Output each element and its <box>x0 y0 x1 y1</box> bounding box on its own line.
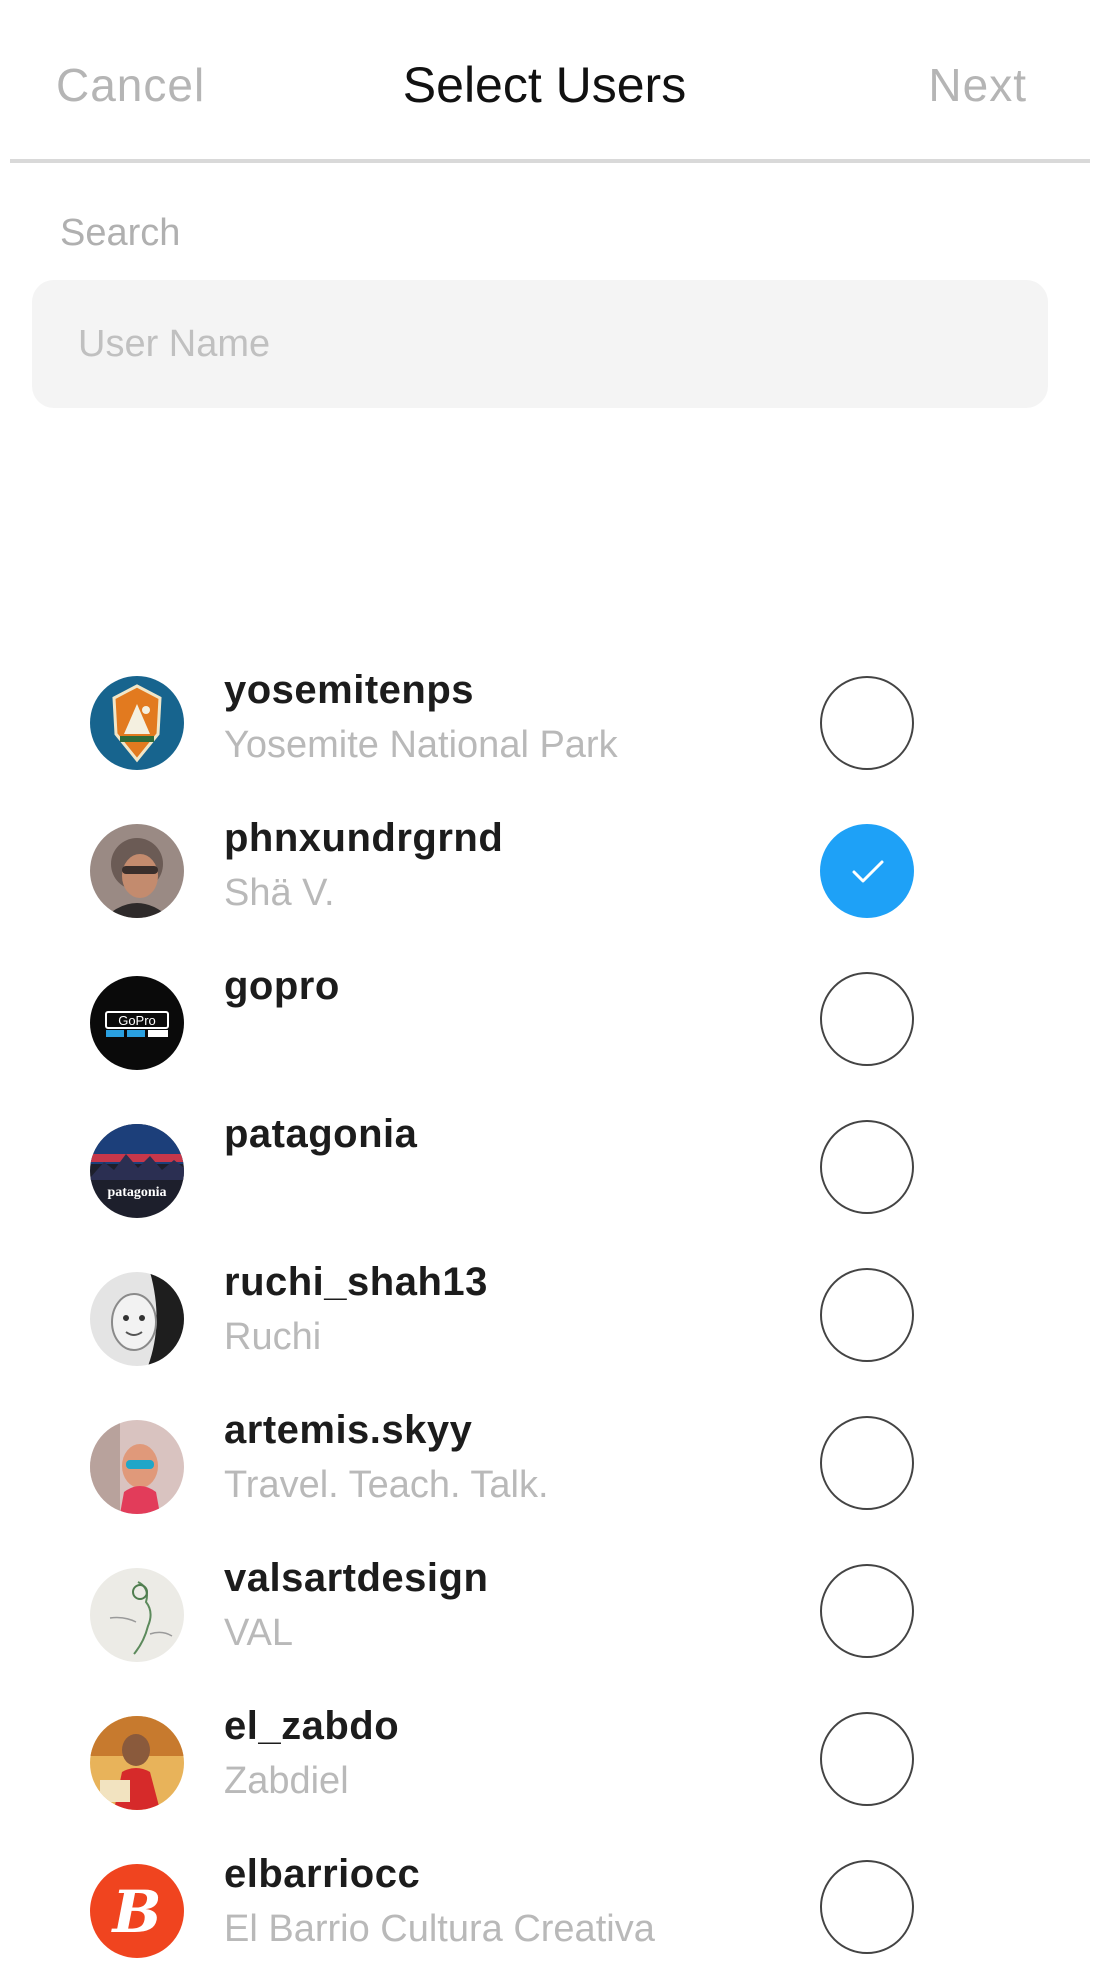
search-input[interactable] <box>32 280 1048 408</box>
search-field <box>32 280 1048 408</box>
list-item[interactable]: el_zabdo Zabdiel <box>0 1688 1093 1836</box>
person-photo-icon <box>90 1272 184 1366</box>
gopro-logo-icon: GoPro <box>90 976 184 1070</box>
svg-text:B: B <box>110 1878 161 1946</box>
select-checkbox[interactable] <box>820 1268 914 1362</box>
list-item[interactable]: patagonia patagonia <box>0 1096 1093 1244</box>
nav-header: Cancel Select Users Next <box>0 0 1093 164</box>
checkmark-icon <box>852 860 884 883</box>
list-item[interactable]: valsartdesign VAL <box>0 1540 1093 1688</box>
svg-text:GoPro: GoPro <box>118 1013 156 1028</box>
list-item[interactable]: phnxundrgrnd Shä V. <box>0 800 1093 948</box>
full-name: VAL <box>224 1612 294 1654</box>
full-name: Ruchi <box>224 1316 322 1358</box>
username: gopro <box>224 964 340 1008</box>
username: phnxundrgrnd <box>224 816 504 860</box>
username: elbarriocc <box>224 1852 421 1896</box>
select-checkbox[interactable] <box>820 1120 914 1214</box>
nps-arrowhead-logo-icon <box>90 676 184 770</box>
full-name: Travel. Teach. Talk. <box>224 1464 549 1506</box>
sketch-photo-icon <box>90 1568 184 1662</box>
select-checkbox[interactable] <box>820 1712 914 1806</box>
svg-text:patagonia: patagonia <box>107 1185 166 1200</box>
username: patagonia <box>224 1112 418 1156</box>
list-item[interactable]: GoPro gopro <box>0 948 1093 1096</box>
select-checkbox[interactable] <box>820 1416 914 1510</box>
username: ruchi_shah13 <box>224 1260 488 1304</box>
person-photo-icon <box>90 1716 184 1810</box>
full-name: El Barrio Cultura Creativa <box>224 1908 655 1950</box>
patagonia-logo-icon: patagonia <box>90 1124 184 1218</box>
person-photo-icon <box>90 1420 184 1514</box>
next-button[interactable]: Next <box>928 58 1027 112</box>
select-checkbox[interactable] <box>820 676 914 770</box>
full-name: Zabdiel <box>224 1760 349 1802</box>
header-divider <box>10 159 1090 163</box>
select-checkbox[interactable] <box>820 824 914 918</box>
username: valsartdesign <box>224 1556 489 1600</box>
full-name: Yosemite National Park <box>224 724 618 766</box>
list-item[interactable]: artemis.skyy Travel. Teach. Talk. <box>0 1392 1093 1540</box>
select-checkbox[interactable] <box>820 1860 914 1954</box>
select-checkbox[interactable] <box>820 972 914 1066</box>
username: el_zabdo <box>224 1704 400 1748</box>
username: artemis.skyy <box>224 1408 473 1452</box>
person-photo-icon <box>90 824 184 918</box>
full-name: Shä V. <box>224 872 335 914</box>
list-item[interactable]: B elbarriocc El Barrio Cultura Creativa <box>0 1836 1093 1984</box>
list-item[interactable]: ruchi_shah13 Ruchi <box>0 1244 1093 1392</box>
username: yosemitenps <box>224 668 475 712</box>
list-item[interactable]: yosemitenps Yosemite National Park <box>0 652 1093 800</box>
select-checkbox[interactable] <box>820 1564 914 1658</box>
search-label: Search <box>60 212 181 254</box>
